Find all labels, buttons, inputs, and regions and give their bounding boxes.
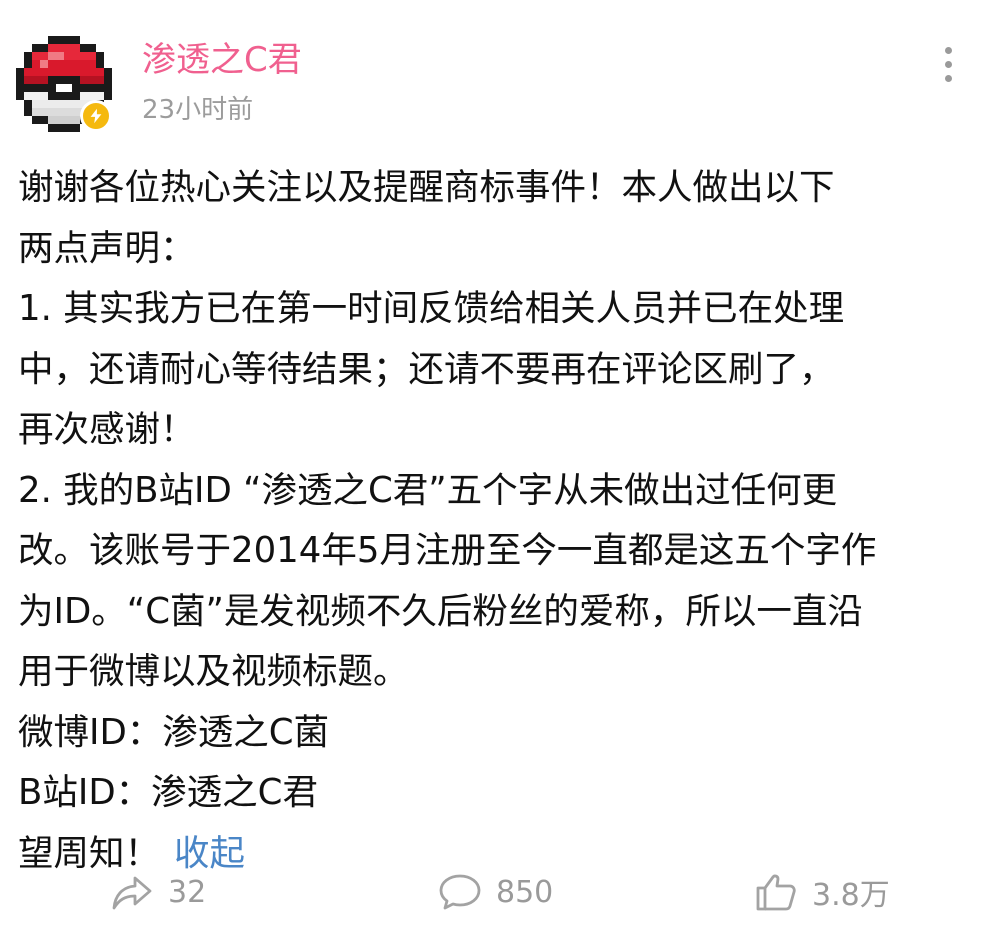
more-dot (944, 74, 952, 82)
more-dot (944, 46, 952, 54)
comment-count: 850 (496, 874, 554, 910)
share-button[interactable]: 32 (108, 862, 206, 922)
author-name[interactable]: 渗透之C君 (142, 36, 302, 84)
content-line: 谢谢各位热心关注以及提醒商标事件！本人做出以下 (18, 167, 835, 208)
content-line: 1. 其实我方已在第一时间反馈给相关人员并已在处理 (18, 288, 845, 329)
content-line: 用于微博以及视频标题。 (18, 651, 409, 692)
content-line: 为ID。“C菌”是发视频不久后粉丝的爱称，所以一直沿 (18, 590, 863, 632)
content-line: 2. 我的B站ID “渗透之C君”五个字从未做出过任何更 (18, 469, 838, 511)
post-time: 23小时前 (142, 95, 254, 125)
share-count: 32 (168, 874, 207, 910)
like-button[interactable]: 3.8万 (752, 862, 890, 922)
content-line: 改。该账号于2014年5月注册至今一直都是这五个字作 (18, 530, 877, 571)
content-line: 两点声明： (18, 227, 196, 269)
more-dot (944, 60, 952, 68)
comment-button[interactable]: 850 (436, 862, 553, 922)
lightning-badge-icon (80, 100, 112, 132)
comment-bubble-icon (439, 874, 481, 910)
post-card: 渗透之C君 23小时前 谢谢各位热心关注以及提醒商标事件！本人做出以下 两点声明… (0, 0, 992, 938)
share-arrow-icon (112, 876, 152, 910)
content-line: 再次感谢！ (18, 409, 196, 450)
post-content: 谢谢各位热心关注以及提醒商标事件！本人做出以下 两点声明： 1. 其实我方已在第… (18, 158, 978, 884)
content-line: B站ID：渗透之C君 (18, 772, 318, 813)
thumbs-up-icon (756, 874, 796, 911)
like-count: 3.8万 (812, 878, 890, 913)
content-line: 中，还请耐心等待结果；还请不要再在评论区刷了， (18, 348, 835, 390)
more-vertical-icon[interactable] (930, 40, 966, 88)
content-line: 微博ID：渗透之C菌 (18, 711, 330, 753)
